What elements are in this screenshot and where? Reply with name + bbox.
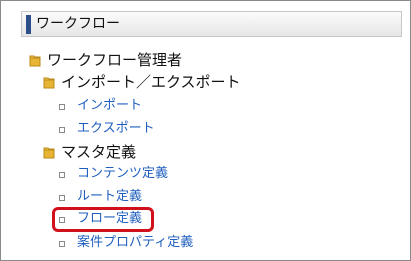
tree-label-master: マスタ定義 <box>61 143 137 161</box>
header-accent-bar <box>26 15 31 34</box>
folder-icon <box>43 75 55 89</box>
leaf-bullet-icon <box>59 127 65 133</box>
link-route-def[interactable]: ルート定義 <box>77 188 142 206</box>
folder-icon <box>43 145 55 159</box>
leaf-bullet-icon <box>59 172 65 178</box>
link-import[interactable]: インポート <box>77 97 142 115</box>
link-export[interactable]: エクスポート <box>77 120 155 138</box>
leaf-bullet-icon <box>59 241 65 247</box>
tree-label-root: ワークフロー管理者 <box>47 51 183 69</box>
tree-label-import-export: インポート／エクスポート <box>61 73 241 91</box>
highlight-annotation-box <box>52 207 154 232</box>
panel-title: ワークフロー <box>36 16 120 32</box>
link-contents-def[interactable]: コンテンツ定義 <box>77 165 168 183</box>
link-case-property-def[interactable]: 案件プロパティ定義 <box>77 234 193 252</box>
panel-header: ワークフロー <box>21 11 402 37</box>
leaf-bullet-icon <box>59 104 65 110</box>
folder-icon <box>29 53 41 67</box>
leaf-bullet-icon <box>59 195 65 201</box>
workflow-panel: ワークフロー ワークフロー管理者 インポート／エクスポート インポート エクスポ… <box>0 0 411 261</box>
